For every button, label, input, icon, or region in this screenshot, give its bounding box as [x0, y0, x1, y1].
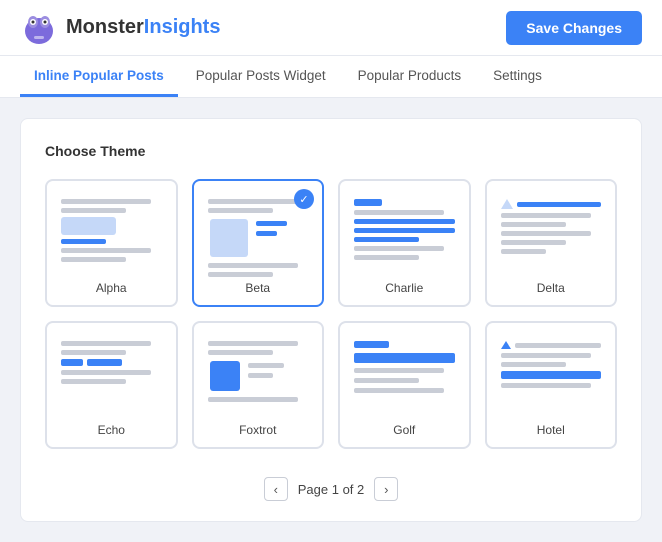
theme-grid: Alpha ✓	[45, 179, 617, 449]
echo-preview	[57, 335, 166, 415]
next-page-button[interactable]: ›	[374, 477, 398, 501]
header: MonsterInsights Save Changes	[0, 0, 662, 56]
alpha-blue	[61, 239, 106, 244]
monster-logo-icon	[20, 9, 58, 47]
content-panel: Choose Theme Alpha ✓	[20, 118, 642, 522]
alpha-line-2	[61, 208, 126, 213]
golf-preview	[350, 335, 459, 415]
charlie-preview	[350, 193, 459, 273]
alpha-img	[61, 217, 116, 235]
theme-card-delta[interactable]: Delta	[485, 179, 618, 307]
hotel-preview	[497, 335, 606, 415]
page-info: Page 1 of 2	[298, 482, 365, 497]
alpha-line-1	[61, 199, 151, 204]
delta-preview	[497, 193, 606, 273]
logo-area: MonsterInsights	[20, 9, 220, 47]
tab-popular-posts-widget[interactable]: Popular Posts Widget	[182, 56, 340, 97]
tab-inline-popular-posts[interactable]: Inline Popular Posts	[20, 56, 178, 97]
delta-label: Delta	[537, 281, 565, 295]
nav-tabs: Inline Popular Posts Popular Posts Widge…	[0, 56, 662, 98]
section-title: Choose Theme	[45, 143, 617, 159]
echo-label: Echo	[98, 423, 125, 437]
hotel-label: Hotel	[537, 423, 565, 437]
theme-card-charlie[interactable]: Charlie	[338, 179, 471, 307]
alpha-line-4	[61, 257, 126, 262]
theme-card-golf[interactable]: Golf	[338, 321, 471, 449]
foxtrot-preview	[204, 335, 313, 415]
theme-card-alpha[interactable]: Alpha	[45, 179, 178, 307]
delta-triangle-icon	[501, 199, 513, 209]
theme-card-foxtrot[interactable]: Foxtrot	[192, 321, 325, 449]
alpha-line-3	[61, 248, 151, 253]
charlie-label: Charlie	[385, 281, 423, 295]
golf-label: Golf	[393, 423, 415, 437]
logo-text: MonsterInsights	[66, 16, 220, 39]
selected-check-icon: ✓	[294, 189, 314, 209]
alpha-preview	[57, 193, 166, 273]
main-content: Choose Theme Alpha ✓	[0, 98, 662, 542]
hotel-triangle-icon	[501, 341, 511, 349]
alpha-label: Alpha	[96, 281, 127, 295]
beta-label: Beta	[245, 281, 270, 295]
theme-card-echo[interactable]: Echo	[45, 321, 178, 449]
tab-settings[interactable]: Settings	[479, 56, 556, 97]
tab-popular-products[interactable]: Popular Products	[344, 56, 476, 97]
save-changes-button[interactable]: Save Changes	[506, 11, 642, 45]
theme-card-hotel[interactable]: Hotel	[485, 321, 618, 449]
foxtrot-label: Foxtrot	[239, 423, 276, 437]
prev-page-button[interactable]: ‹	[264, 477, 288, 501]
theme-card-beta[interactable]: ✓	[192, 179, 325, 307]
pagination: ‹ Page 1 of 2 ›	[45, 469, 617, 505]
